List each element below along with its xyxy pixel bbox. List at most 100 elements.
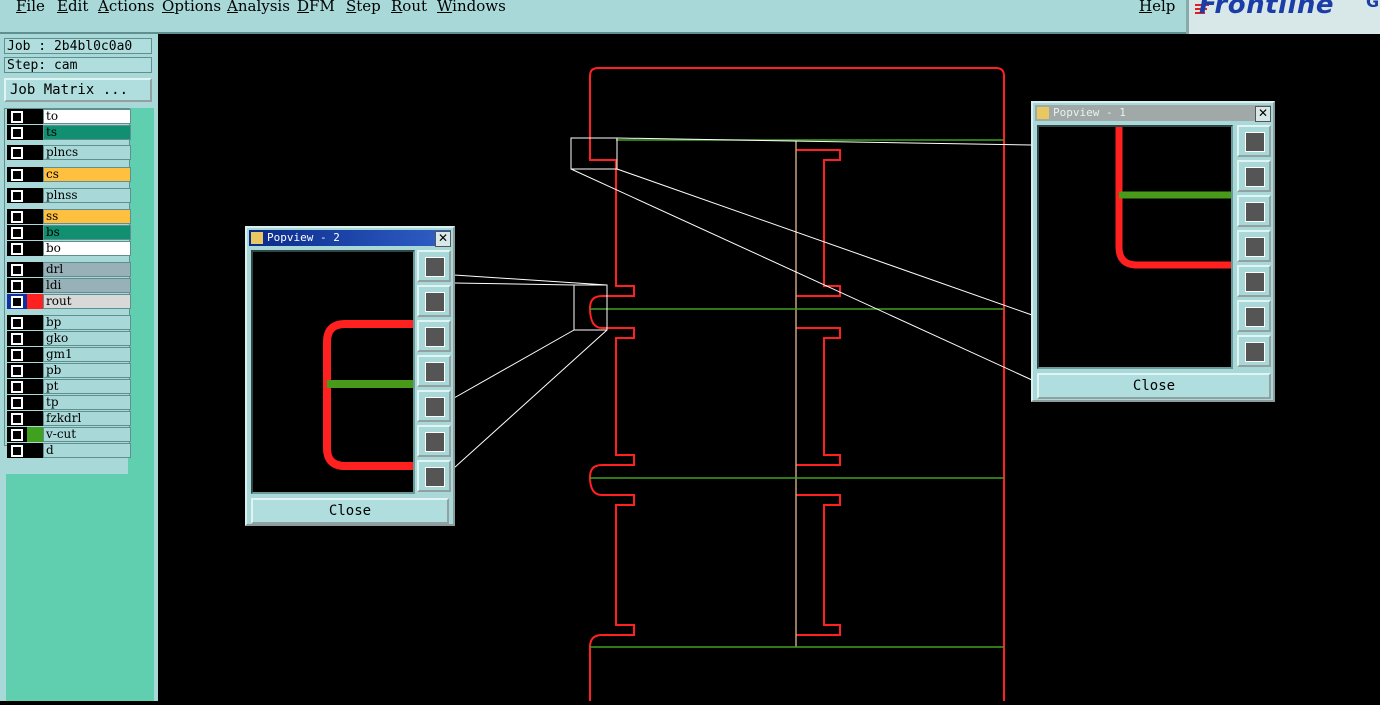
rout-left-edge	[588, 150, 635, 701]
popview-2-zoom	[323, 320, 413, 470]
layer-row-plnss[interactable]: plnss	[7, 188, 131, 203]
menu-rout[interactable]: Rout	[391, 0, 427, 15]
layer-checkbox[interactable]	[11, 111, 23, 123]
layer-checkbox[interactable]	[11, 317, 23, 329]
layer-row-bp[interactable]: bp	[7, 315, 131, 330]
layer-name: to	[43, 109, 131, 124]
layer-color-swatch	[27, 363, 43, 378]
pan-left-icon[interactable]	[1237, 230, 1271, 262]
zoom-out-icon-glyph	[425, 467, 445, 487]
popview-leaders	[453, 137, 1033, 469]
layer-checkbox[interactable]	[11, 190, 23, 202]
pan-up-icon[interactable]	[1237, 160, 1271, 192]
layer-checkbox[interactable]	[11, 349, 23, 361]
pan-down-icon[interactable]	[417, 320, 451, 352]
pan-right-icon[interactable]	[1237, 265, 1271, 297]
layer-row-bo[interactable]: bo	[7, 241, 131, 256]
layer-name: pt	[43, 379, 131, 394]
close-icon[interactable]: ✕	[1255, 106, 1271, 122]
layer-checkbox[interactable]	[11, 227, 23, 239]
menu-edit[interactable]: Edit	[57, 0, 88, 15]
layer-row-bs[interactable]: bs	[7, 225, 131, 240]
pan-down-icon-glyph	[425, 327, 445, 347]
menu-options[interactable]: Options	[162, 0, 221, 15]
layer-checkbox[interactable]	[11, 211, 23, 223]
layer-row-to[interactable]: to	[7, 109, 131, 124]
job-label: Job : 2b4bl0c0a0	[4, 38, 152, 54]
layer-name: gko	[43, 331, 131, 346]
layer-row-pt[interactable]: pt	[7, 379, 131, 394]
popview-1-zoom	[1115, 127, 1231, 269]
layer-row-ss[interactable]: ss	[7, 209, 131, 224]
zoom-in-icon[interactable]	[417, 425, 451, 457]
pan-down-icon[interactable]	[1237, 195, 1271, 227]
layer-checkbox[interactable]	[11, 243, 23, 255]
layer-checkbox[interactable]	[11, 296, 23, 308]
popview-1-close-button[interactable]: Close	[1037, 373, 1271, 399]
step-label: Step: cam	[4, 57, 152, 73]
layer-checkbox[interactable]	[11, 365, 23, 377]
layer-list: to ts plncs cs plnss ss bs bo drl ldi rout bp gko gm1…	[4, 108, 131, 458]
popview-2-close-button[interactable]: Close	[251, 498, 449, 524]
pan-up-icon[interactable]	[417, 285, 451, 317]
zoom-in-icon[interactable]	[1237, 300, 1271, 332]
layer-row-ldi[interactable]: ldi	[7, 278, 131, 293]
zoom-out-icon[interactable]	[1237, 335, 1271, 367]
zoom-fit-icon[interactable]	[1237, 125, 1271, 157]
layer-color-swatch	[27, 395, 43, 410]
zoom-out-icon[interactable]	[417, 460, 451, 492]
popview-2-titlebar[interactable]: Popview - 2 ✕	[249, 230, 451, 247]
popview-1-window: Popview - 1 ✕ Close	[1031, 101, 1275, 402]
layer-row-d[interactable]: d	[7, 443, 131, 458]
menu-file[interactable]: File	[16, 0, 45, 15]
layer-row-tp[interactable]: tp	[7, 395, 131, 410]
layer-row-rout[interactable]: rout	[7, 294, 131, 309]
layer-checkbox[interactable]	[11, 147, 23, 159]
layer-name: bs	[43, 225, 131, 240]
menu-step[interactable]: Step	[346, 0, 381, 15]
layer-row-pb[interactable]: pb	[7, 363, 131, 378]
layer-row-drl[interactable]: drl	[7, 262, 131, 277]
menu-analysis[interactable]: Analysis	[227, 0, 290, 15]
layer-checkbox[interactable]	[11, 127, 23, 139]
layer-row-cs[interactable]: cs	[7, 167, 131, 182]
layer-checkbox[interactable]	[11, 333, 23, 345]
layer-row-plncs[interactable]: plncs	[7, 145, 131, 160]
side-strip	[128, 108, 154, 701]
zoom-out-icon-glyph	[1245, 342, 1265, 362]
popview-1-view[interactable]	[1037, 125, 1233, 369]
layer-checkbox[interactable]	[11, 445, 23, 457]
layer-row-fzkdrl[interactable]: fzkdrl	[7, 411, 131, 426]
layer-checkbox[interactable]	[11, 280, 23, 292]
pan-left-icon-glyph	[425, 362, 445, 382]
menu-actions[interactable]: Actions	[98, 0, 154, 15]
layer-row-gko[interactable]: gko	[7, 331, 131, 346]
menu-dfm[interactable]: DFM	[297, 0, 335, 15]
window-icon	[251, 232, 263, 244]
pan-right-icon[interactable]	[417, 390, 451, 422]
layer-name: rout	[43, 294, 131, 309]
layer-checkbox[interactable]	[11, 169, 23, 181]
popview-1-titlebar[interactable]: Popview - 1 ✕	[1035, 105, 1271, 122]
job-matrix-button[interactable]: Job Matrix ...	[4, 78, 152, 102]
layer-name: gm1	[43, 347, 131, 362]
layer-color-swatch	[27, 188, 43, 203]
layer-color-swatch	[27, 125, 43, 140]
zoom-fit-icon[interactable]	[417, 250, 451, 282]
layer-checkbox[interactable]	[11, 381, 23, 393]
menu-help[interactable]: Help	[1139, 0, 1175, 15]
layer-checkbox[interactable]	[11, 397, 23, 409]
popview-2-view[interactable]	[251, 250, 415, 494]
close-icon[interactable]: ✕	[435, 231, 451, 247]
layer-row-ts[interactable]: ts	[7, 125, 131, 140]
layer-color-swatch	[27, 315, 43, 330]
layer-row-gm1[interactable]: gm1	[7, 347, 131, 362]
rout-top-arc	[589, 67, 1005, 701]
menu-windows[interactable]: Windows	[437, 0, 506, 15]
layer-checkbox[interactable]	[11, 413, 23, 425]
pan-left-icon[interactable]	[417, 355, 451, 387]
layer-checkbox[interactable]	[11, 264, 23, 276]
layer-checkbox[interactable]	[11, 429, 23, 441]
popview-2-window: Popview - 2 ✕ Close	[245, 226, 455, 526]
layer-row-v-cut[interactable]: v-cut	[7, 427, 131, 442]
